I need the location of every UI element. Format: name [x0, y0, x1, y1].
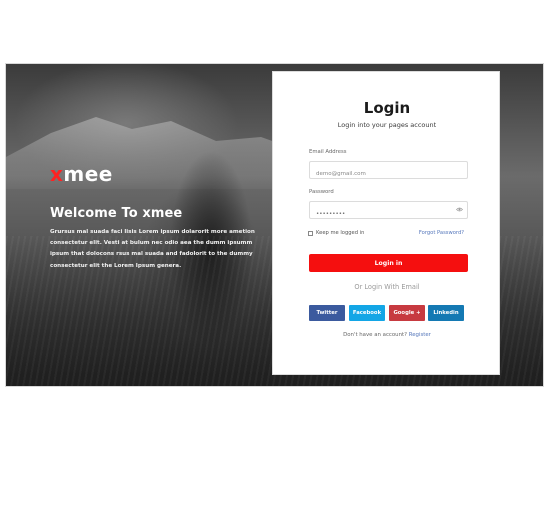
- email-field[interactable]: [310, 166, 451, 182]
- brand-logo-x: x: [50, 162, 64, 186]
- email-label: Email Address: [309, 149, 347, 155]
- google-button[interactable]: Google +: [389, 305, 425, 321]
- eye-icon[interactable]: [456, 207, 463, 212]
- brand-logo: xmee: [50, 162, 113, 186]
- login-title: Login: [363, 99, 411, 117]
- remember-checkbox[interactable]: [308, 230, 313, 236]
- twitter-button[interactable]: Twitter: [309, 305, 345, 321]
- remember-label: Keep me logged in: [316, 230, 365, 236]
- remember-me[interactable]: Keep me logged in: [308, 230, 364, 236]
- or-login-text: Or Login With Email: [354, 283, 420, 291]
- login-subtitle: Login into your pages account: [337, 121, 437, 129]
- register-prefix: Don't have an account?: [343, 332, 409, 338]
- welcome-heading: Welcome To xmee: [50, 206, 183, 221]
- register-prompt: Don't have an account? Register: [273, 332, 501, 338]
- welcome-description: Grursus mal suada faci lisis Lorem ipsum…: [50, 229, 255, 269]
- facebook-button[interactable]: Facebook: [349, 305, 385, 321]
- email-field-wrapper: [309, 161, 468, 182]
- linkedin-button[interactable]: Linkedin: [428, 305, 464, 321]
- login-button[interactable]: Login in: [309, 254, 468, 272]
- brand-logo-text: mee: [63, 162, 113, 186]
- register-link[interactable]: Register: [409, 332, 431, 338]
- forgot-password-link[interactable]: Forgot Password?: [419, 230, 464, 236]
- password-field[interactable]: [310, 206, 451, 222]
- password-field-wrapper: [309, 201, 468, 222]
- password-label: Password: [309, 189, 334, 195]
- login-card: Login Login into your pages account Emai…: [272, 71, 500, 375]
